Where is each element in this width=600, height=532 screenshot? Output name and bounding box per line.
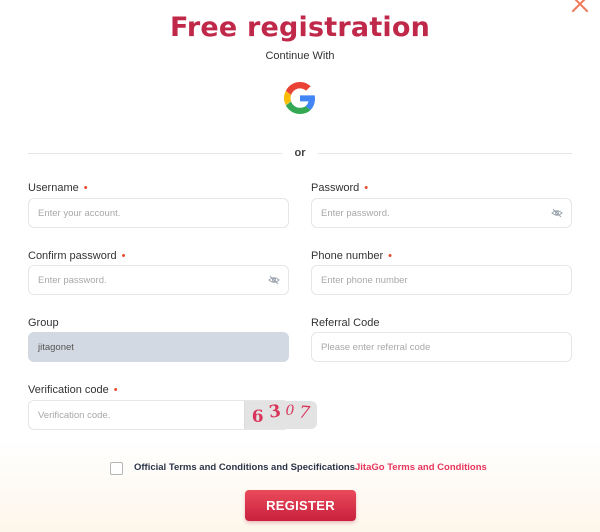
register-button[interactable]: REGISTER (245, 490, 356, 521)
required-mark: • (113, 384, 118, 396)
required-mark: • (83, 182, 88, 194)
eye-slash-icon[interactable] (268, 275, 280, 285)
group-label: Group (28, 317, 59, 329)
confirm-password-input[interactable] (29, 266, 288, 294)
continue-with-label: Continue With (265, 50, 335, 62)
referral-code-input[interactable] (312, 333, 571, 361)
terms-text: Official Terms and Conditions and Specif… (134, 462, 487, 473)
required-mark: • (388, 250, 393, 262)
phone-number-input[interactable] (312, 266, 571, 294)
username-label: Username • (28, 182, 88, 194)
divider-right (318, 153, 572, 154)
group-value: jitagonet (38, 341, 74, 353)
terms-label: Official Terms and Conditions and Specif… (134, 462, 355, 473)
verification-code-field[interactable]: 6 3 0 7 (28, 400, 317, 430)
captcha-char: 3 (267, 401, 282, 423)
phone-number-field[interactable] (311, 265, 572, 295)
phone-number-label: Phone number • (311, 250, 393, 262)
password-field[interactable] (311, 198, 572, 228)
password-label: Password • (311, 182, 369, 194)
password-input[interactable] (312, 199, 571, 227)
confirm-password-label: Confirm password • (28, 250, 126, 262)
captcha-char: 0 (285, 403, 295, 419)
google-icon (284, 82, 315, 114)
verification-code-input[interactable] (29, 401, 215, 429)
verification-code-label: Verification code • (28, 384, 118, 396)
confirm-password-field[interactable] (28, 265, 289, 295)
captcha-image[interactable]: 6 3 0 7 (244, 401, 317, 429)
google-login-button[interactable] (284, 82, 316, 114)
required-mark: • (121, 250, 126, 262)
group-field: jitagonet (28, 332, 289, 362)
terms-link[interactable]: JitaGo Terms and Conditions (355, 462, 487, 473)
captcha-char: 7 (298, 402, 312, 424)
required-mark: • (364, 182, 369, 194)
or-divider-label: or (294, 147, 306, 159)
divider-left (28, 153, 282, 154)
eye-slash-icon[interactable] (551, 208, 563, 218)
username-input[interactable] (29, 199, 288, 227)
referral-code-field[interactable] (311, 332, 572, 362)
page-title: Free registration (169, 12, 431, 43)
referral-code-label: Referral Code (311, 317, 380, 329)
terms-checkbox[interactable] (110, 462, 123, 475)
username-field[interactable] (28, 198, 289, 228)
captcha-char: 6 (251, 407, 264, 427)
